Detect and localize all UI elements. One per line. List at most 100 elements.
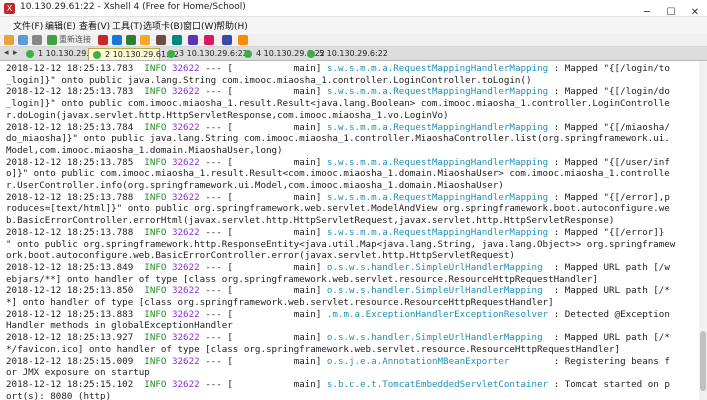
disconnect-icon[interactable] [98, 35, 108, 45]
properties-icon[interactable] [32, 35, 42, 45]
open-folder-icon[interactable] [18, 35, 28, 45]
menu-view[interactable]: 查看(V) [79, 19, 110, 32]
lock-icon[interactable] [204, 35, 214, 45]
log-text: Model,com.imooc.miaosha_1.domain.Miaosha… [6, 144, 283, 156]
log-text: ebjars/**] onto handler of type [class o… [6, 273, 598, 285]
log-text: 2018-12-12 18:25:13.783 [6, 86, 145, 98]
terminal-line: */favicon.ico] onto handler of type [cla… [6, 344, 706, 356]
log-text: : Mapped "{[/login/to [548, 63, 670, 74]
log-text: : Detected @Exception [548, 308, 670, 320]
log-text: : Mapped URL path [/* [542, 332, 670, 344]
terminal-line: 2018-12-12 18:25:13.784 INFO 32622 --- [… [6, 122, 706, 134]
log-text: 2018-12-12 18:25:13.788 [6, 191, 145, 203]
log-text: r.doLogin(javax.servlet.http.HttpServlet… [6, 109, 449, 121]
scrollbar-thumb[interactable] [700, 331, 706, 391]
log-logger: s.w.s.m.m.a.RequestMappingHandlerMapping [326, 226, 549, 238]
copy-icon[interactable] [112, 35, 122, 45]
menu-tabs[interactable]: 选项卡(B) [143, 19, 183, 32]
log-text: 2018-12-12 18:25:13.783 [6, 63, 145, 74]
menu-bar: 文件(F) 编辑(E) 查看(V) 工具(T) 选项卡(B) 窗口(W) 帮助(… [0, 17, 707, 34]
menu-window[interactable]: 窗口(W) [183, 19, 217, 32]
log-pid: 32622 [171, 355, 200, 367]
new-session-icon[interactable] [4, 35, 14, 45]
log-lvl: INFO [144, 261, 167, 273]
log-logger: s.w.s.m.m.a.RequestMappingHandlerMapping [326, 86, 549, 98]
log-pid: 32622 [171, 121, 200, 133]
print-icon[interactable] [156, 35, 166, 45]
log-text: do_miaosha]}" onto public java.lang.Stri… [6, 133, 670, 145]
log-text: : Mapped "{[/error],p [548, 191, 670, 203]
terminal-line: o]}" onto public com.imooc.miaosha_1.res… [6, 168, 706, 180]
tab-label: 5 10.130.29.6:22 [319, 49, 388, 58]
log-text: *] onto handler of type [class org.sprin… [6, 297, 554, 308]
log-text: 2018-12-12 18:25:13.788 [6, 226, 145, 238]
terminal-line: r.UserController.info(org.springframewor… [6, 180, 706, 192]
connected-status-icon [93, 51, 101, 59]
xshell-icon: X [4, 3, 15, 14]
tab-session-2[interactable]: 2 10.130.29.61:22 [88, 48, 179, 60]
log-logger: s.w.s.m.m.a.RequestMappingHandlerMapping [326, 63, 549, 74]
log-text: --- [ main] [199, 308, 327, 320]
log-lvl: INFO [144, 191, 167, 203]
terminal-line: 2018-12-12 18:25:13.850 INFO 32622 --- [… [6, 285, 706, 297]
connected-status-icon [26, 50, 34, 58]
menu-edit[interactable]: 编辑(E) [45, 19, 76, 32]
terminal-line: 2018-12-12 18:25:15.102 INFO 32622 --- [… [6, 379, 706, 391]
find-icon[interactable] [140, 35, 150, 45]
tab-scroll-right-icon[interactable]: ▸ [13, 48, 18, 58]
log-text: : Tomcat started on p [548, 378, 670, 390]
terminal-line: _login]}" onto public java.lang.String c… [6, 75, 706, 87]
menu-tools[interactable]: 工具(T) [112, 19, 143, 32]
tab-scroll-left-icon[interactable]: ◂ [4, 48, 9, 58]
connected-status-icon [244, 50, 252, 58]
terminal-output[interactable]: 2018-12-12 18:25:13.783 INFO 32622 --- [… [0, 61, 707, 400]
tab-session-4[interactable]: 4 10.130.29.6:22 [240, 48, 325, 60]
connected-status-icon [167, 50, 175, 58]
log-text: 2018-12-12 18:25:13.849 [6, 261, 145, 273]
paste-icon[interactable] [126, 35, 136, 45]
log-logger: o.s.w.s.handler.SimpleUrlHandlerMapping [326, 285, 543, 297]
keyboard-icon[interactable] [222, 35, 232, 45]
log-text: roduces=[text/html]}" onto public org.sp… [6, 203, 670, 215]
globe-icon[interactable] [172, 35, 182, 45]
log-pid: 32622 [171, 63, 200, 74]
window-controls: ─ ☐ ✕ [635, 0, 707, 18]
terminal-line: ort(s): 8080 (http) [6, 391, 706, 400]
reconnect-label[interactable]: 重新连接 [59, 34, 91, 45]
font-icon[interactable] [188, 35, 198, 45]
log-text: _login]}" onto public com.imooc.miaosha_… [6, 98, 670, 110]
log-text: ork.boot.autoconfigure.web.BasicErrorCon… [6, 250, 515, 262]
menu-help[interactable]: 帮助(H) [216, 19, 248, 32]
log-logger: .m.m.a.ExceptionHandlerExceptionResolver [326, 308, 549, 320]
log-logger: s.w.s.m.m.a.RequestMappingHandlerMapping [326, 156, 549, 168]
terminal-line: or JMX exposure on startup [6, 367, 706, 379]
log-text: --- [ main] [199, 378, 327, 390]
log-pid: 32622 [171, 156, 200, 168]
log-text: --- [ main] [199, 261, 327, 273]
log-text: : Mapped "{[/miaosha/ [548, 121, 670, 133]
session-tab-bar: ◂ ▸ 1 10.130.29.61:22 2 10.130.29.61:22 … [0, 47, 707, 61]
vertical-scrollbar[interactable] [699, 61, 707, 400]
menu-file[interactable]: 文件(F) [13, 19, 43, 32]
tab-session-5[interactable]: 5 10.130.29.6:22 [303, 48, 388, 60]
terminal-line: _login]}" onto public com.imooc.miaosha_… [6, 98, 706, 110]
log-lvl: INFO [144, 355, 167, 367]
log-text: 2018-12-12 18:25:13.927 [6, 332, 145, 344]
log-pid: 32622 [171, 332, 200, 344]
log-lvl: INFO [144, 308, 167, 320]
terminal-line: 2018-12-12 18:25:13.783 INFO 32622 --- [… [6, 86, 706, 98]
log-text: : Registering beans f [509, 355, 670, 367]
help-icon[interactable] [238, 35, 248, 45]
terminal-line: 2018-12-12 18:25:13.883 INFO 32622 --- [… [6, 309, 706, 321]
tab-label: 3 10.130.29.6:22 [179, 49, 248, 58]
log-lvl: INFO [144, 156, 167, 168]
terminal-line: 2018-12-12 18:25:13.927 INFO 32622 --- [… [6, 332, 706, 344]
tab-session-3[interactable]: 3 10.130.29.6:22 [163, 48, 248, 60]
log-lvl: INFO [144, 86, 167, 98]
reconnect-icon[interactable] [47, 35, 57, 45]
log-text: --- [ main] [199, 191, 327, 203]
terminal-line: 2018-12-12 18:25:13.788 INFO 32622 --- [… [6, 192, 706, 204]
terminal-line: roduces=[text/html]}" onto public org.sp… [6, 203, 706, 215]
tab-session-1[interactable]: 1 10.130.29.61:22 [22, 48, 112, 60]
log-pid: 32622 [171, 86, 200, 98]
